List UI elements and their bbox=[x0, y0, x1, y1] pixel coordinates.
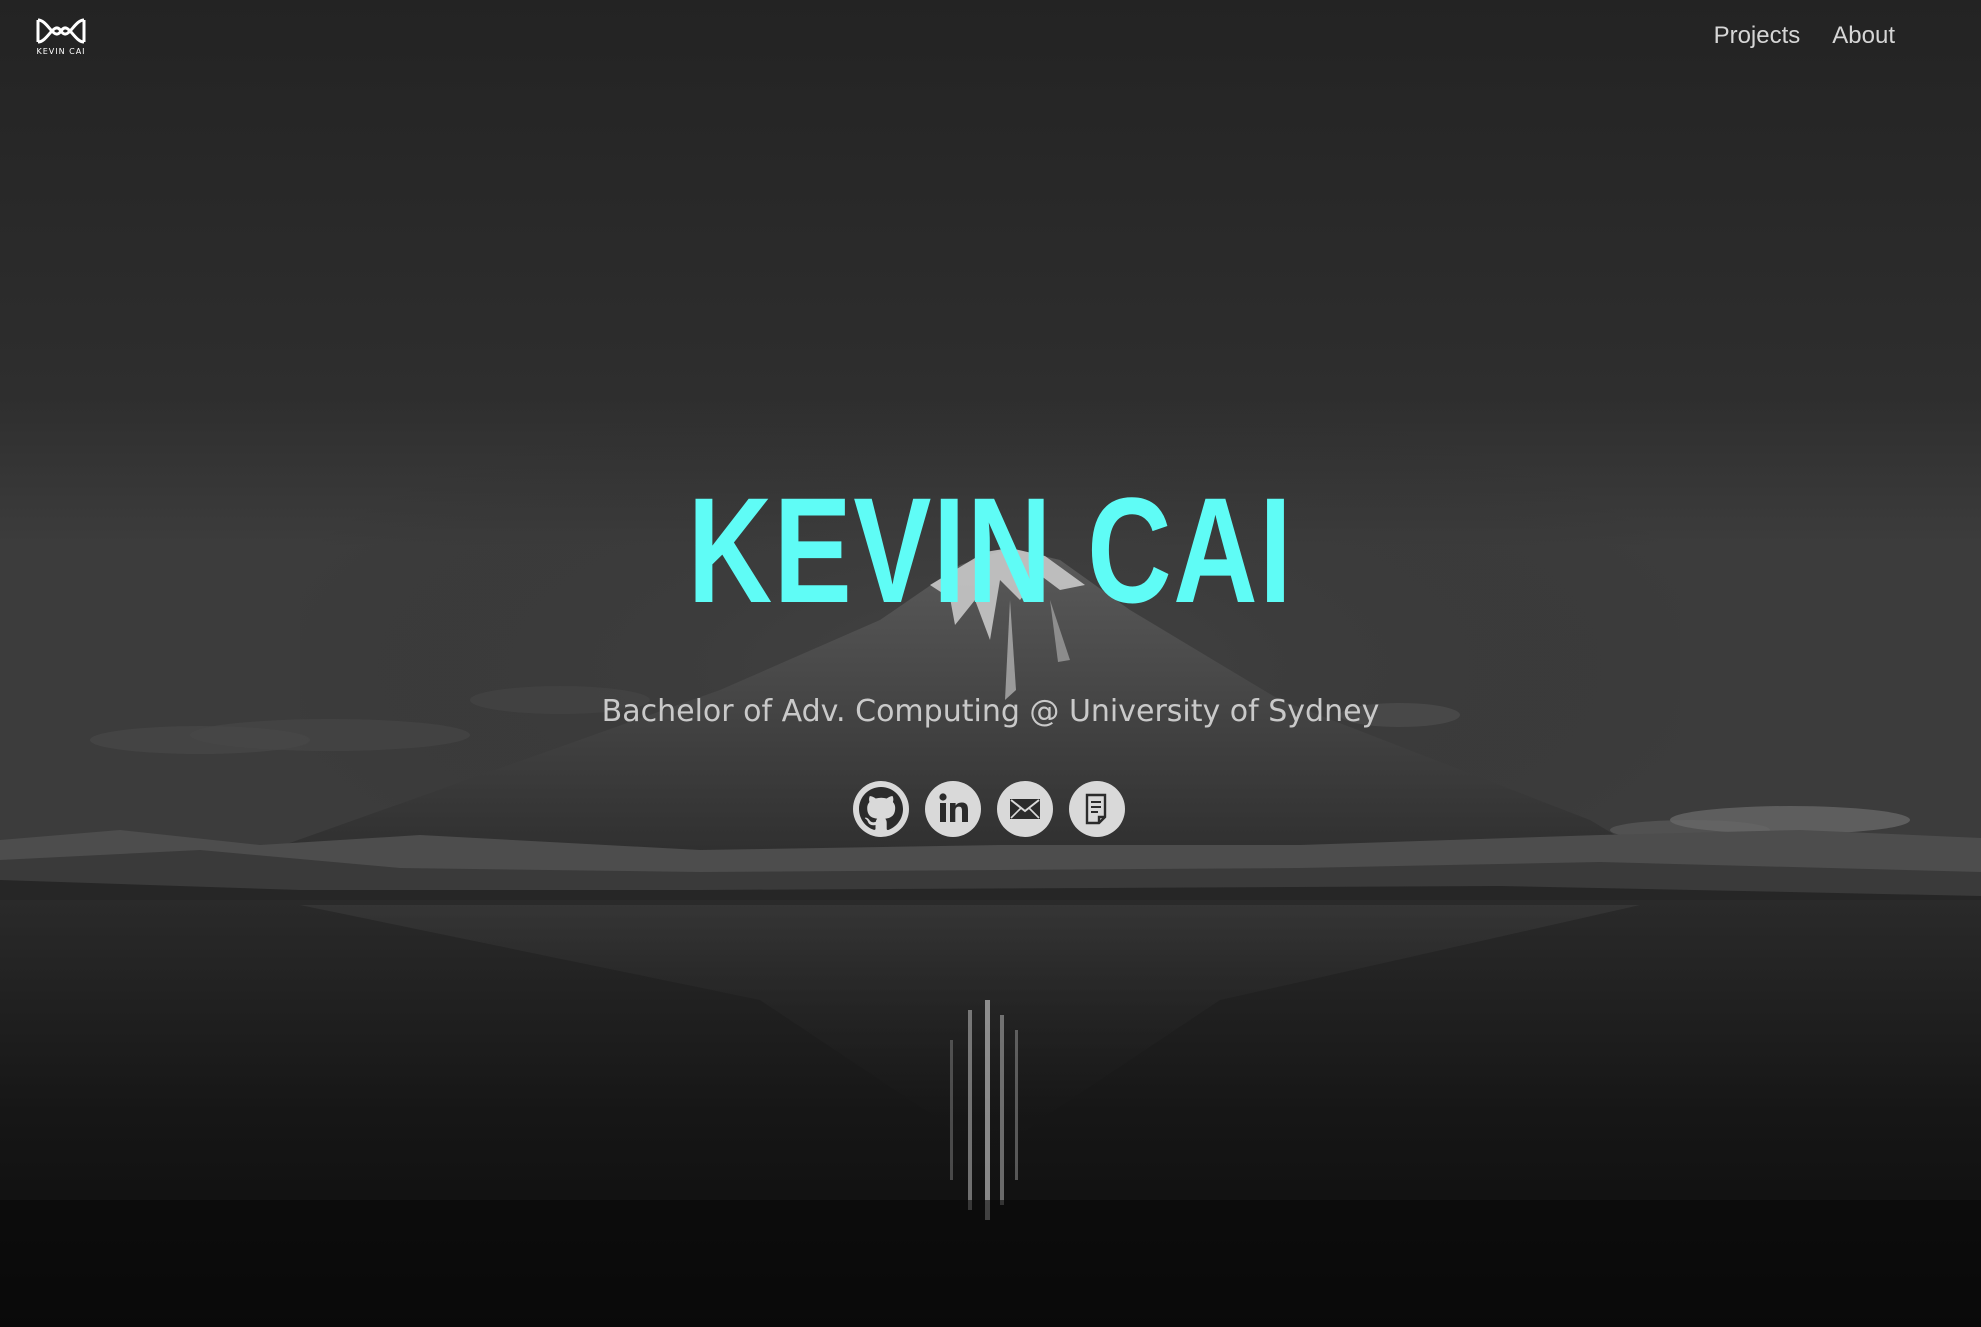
interlocking-loops-icon bbox=[36, 18, 86, 44]
email-icon bbox=[1010, 799, 1040, 819]
github-icon bbox=[859, 787, 903, 831]
social-links bbox=[853, 781, 1125, 837]
logo[interactable]: KEVIN CAI bbox=[34, 16, 88, 58]
logo-text: KEVIN CAI bbox=[36, 47, 86, 56]
email-link[interactable] bbox=[997, 781, 1053, 837]
document-icon bbox=[1085, 793, 1107, 825]
resume-link[interactable] bbox=[1069, 781, 1125, 837]
main-nav: Projects About bbox=[1714, 20, 1895, 52]
hero-subtitle: Bachelor of Adv. Computing @ University … bbox=[601, 694, 1380, 729]
github-link[interactable] bbox=[853, 781, 909, 837]
hero-page: KEVIN CAI Projects About KEVIN CAI Bache… bbox=[0, 0, 1981, 1327]
nav-link-projects[interactable]: Projects bbox=[1714, 20, 1801, 52]
nav-link-about[interactable]: About bbox=[1832, 20, 1895, 52]
background-landscape-image bbox=[0, 0, 1981, 1327]
linkedin-link[interactable] bbox=[925, 781, 981, 837]
hero-title: KEVIN CAI bbox=[687, 466, 1294, 634]
linkedin-icon bbox=[939, 793, 968, 822]
